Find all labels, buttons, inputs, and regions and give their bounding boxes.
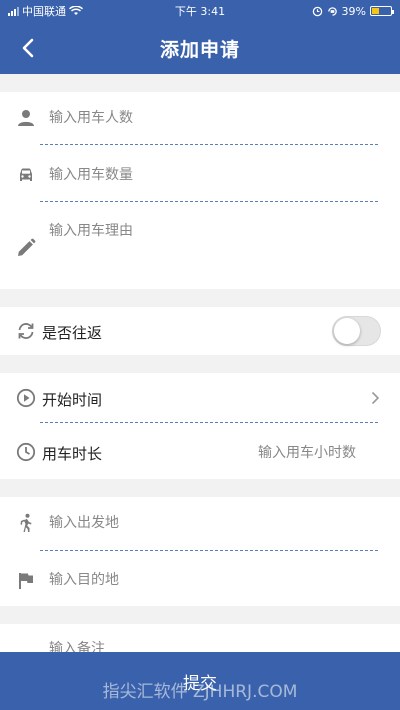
toggle-knob xyxy=(334,318,360,344)
clock-icon xyxy=(16,442,36,462)
chevron-left-icon xyxy=(22,38,34,58)
orientation-lock-icon xyxy=(327,6,337,16)
carrier-text: 中国联通 xyxy=(22,5,66,18)
car-icon xyxy=(20,168,32,181)
notes-card xyxy=(0,624,400,652)
refresh-icon xyxy=(18,323,34,339)
divider xyxy=(40,422,378,423)
divider xyxy=(40,144,378,145)
reason-input[interactable] xyxy=(49,220,369,274)
round-trip-toggle[interactable] xyxy=(332,316,381,346)
start-time-row[interactable]: 开始时间 xyxy=(0,373,400,421)
submit-label: 提交 xyxy=(183,673,217,694)
duration-label: 用车时长 xyxy=(42,445,103,463)
signal-icon xyxy=(8,6,19,16)
flag-icon xyxy=(19,573,33,589)
basic-info-card xyxy=(0,92,400,289)
person-icon xyxy=(18,110,34,126)
back-button[interactable] xyxy=(14,34,42,62)
status-left: 中国联通 xyxy=(8,3,158,19)
battery-icon xyxy=(370,6,394,16)
pencil-icon xyxy=(18,238,36,256)
divider xyxy=(40,201,378,202)
round-trip-card: 是否往返 xyxy=(0,307,400,355)
page-title: 添加申请 xyxy=(159,38,240,61)
chevron-right-icon xyxy=(371,391,380,405)
status-right: 39% xyxy=(242,4,394,18)
time-card: 开始时间 用车时长 xyxy=(0,373,400,479)
people-count-input[interactable] xyxy=(49,106,369,130)
vehicle-count-input[interactable] xyxy=(49,163,369,187)
play-circle-icon xyxy=(16,388,36,408)
notes-input[interactable] xyxy=(49,637,369,652)
destination-input[interactable] xyxy=(49,568,369,592)
departure-input[interactable] xyxy=(49,511,369,535)
wifi-icon xyxy=(69,6,83,15)
start-time-label: 开始时间 xyxy=(42,391,103,409)
app-header: 中国联通 下午 3:41 39% 添加申请 xyxy=(0,0,400,74)
round-trip-label: 是否往返 xyxy=(42,324,103,342)
status-time: 下午 3:41 xyxy=(174,5,226,18)
submit-button[interactable]: 提交 xyxy=(0,652,400,710)
status-bar: 中国联通 下午 3:41 39% xyxy=(0,0,400,22)
divider xyxy=(40,550,378,551)
duration-input[interactable] xyxy=(236,441,356,465)
nav-bar: 添加申请 xyxy=(0,22,400,74)
alarm-icon xyxy=(312,6,322,16)
walking-icon xyxy=(20,513,32,532)
battery-percent: 39% xyxy=(341,4,366,18)
location-card xyxy=(0,497,400,606)
